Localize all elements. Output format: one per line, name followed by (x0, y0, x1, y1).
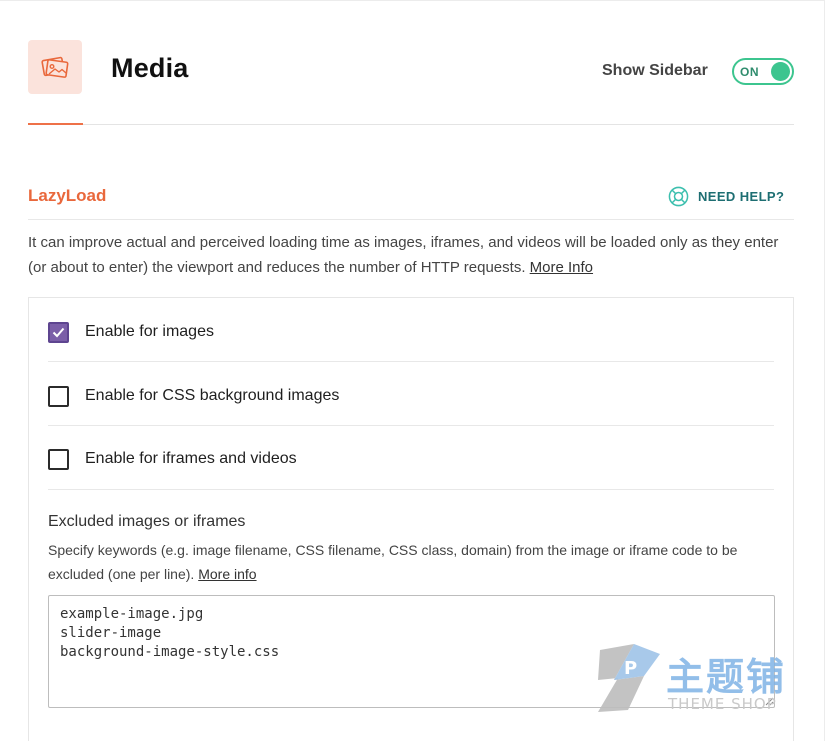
excluded-more-info-link[interactable]: More info (198, 566, 256, 582)
toggle-state-label: ON (740, 65, 759, 79)
enable-images-label[interactable]: Enable for images (85, 323, 214, 341)
header-divider (28, 124, 794, 125)
show-sidebar-toggle[interactable]: ON (732, 58, 794, 85)
lazyload-options-panel: Enable for images Enable for CSS backgro… (28, 297, 794, 741)
excluded-keywords-textarea[interactable]: example-image.jpg slider-image backgroun… (48, 595, 775, 708)
resize-handle-icon[interactable] (764, 696, 774, 706)
page-title: Media (111, 53, 189, 83)
need-help-link[interactable]: NEED HELP? (668, 185, 784, 207)
option-enable-images[interactable]: Enable for images (48, 300, 774, 364)
more-info-link[interactable]: More Info (530, 259, 593, 276)
option-enable-iframes[interactable]: Enable for iframes and videos (48, 427, 774, 491)
show-sidebar-label: Show Sidebar (602, 62, 708, 79)
row-divider (48, 489, 774, 490)
section-divider (28, 219, 794, 220)
row-divider (48, 425, 774, 426)
option-enable-css-backgrounds[interactable]: Enable for CSS background images (48, 364, 774, 428)
excluded-description-text: Specify keywords (e.g. image filename, C… (48, 542, 738, 582)
section-description-text: It can improve actual and perceived load… (28, 234, 779, 276)
images-icon (28, 40, 82, 94)
section-description: It can improve actual and perceived load… (28, 230, 794, 280)
need-help-label: NEED HELP? (698, 188, 785, 204)
checkmark-icon (52, 327, 65, 337)
enable-iframes-label[interactable]: Enable for iframes and videos (85, 450, 297, 468)
enable-images-checkbox[interactable] (48, 321, 69, 343)
frame-top-border (0, 0, 825, 1)
lifebuoy-icon (668, 186, 689, 206)
excluded-title: Excluded images or iframes (48, 513, 246, 530)
enable-css-backgrounds-label[interactable]: Enable for CSS background images (85, 387, 339, 405)
enable-css-backgrounds-checkbox[interactable] (48, 385, 69, 407)
section-title: LazyLoad (28, 186, 107, 205)
row-divider (48, 361, 774, 362)
excluded-description: Specify keywords (e.g. image filename, C… (48, 538, 774, 586)
header-accent-underline (28, 123, 83, 125)
enable-iframes-checkbox[interactable] (48, 448, 69, 470)
toggle-knob (771, 62, 790, 81)
